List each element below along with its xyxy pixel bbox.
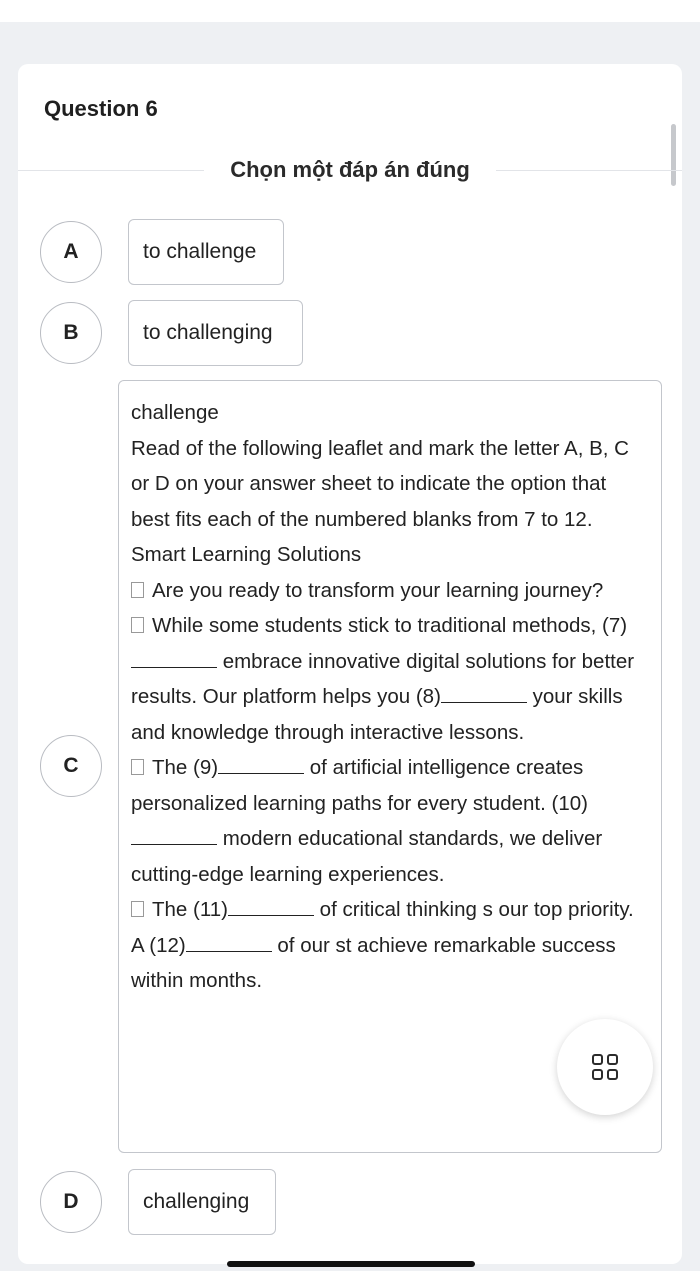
- option-d-button[interactable]: challenging: [128, 1169, 276, 1235]
- option-d-text: challenging: [143, 1190, 250, 1213]
- option-c-paragraph-5: While some students stick to traditional…: [131, 608, 649, 750]
- option-a-letter[interactable]: A: [40, 221, 102, 283]
- blank-7: [131, 649, 217, 668]
- box-glyph-icon: [131, 617, 144, 633]
- question-grid-button[interactable]: [557, 1019, 653, 1115]
- text-6a: The (9): [152, 756, 219, 779]
- question-title: Question 6: [44, 96, 158, 121]
- option-c-letter[interactable]: C: [40, 735, 102, 797]
- option-c-paragraph-6: The (9) of artificial intelligence creat…: [131, 750, 649, 892]
- instruction-text: Chọn một đáp án đúng: [230, 157, 470, 182]
- instruction-divider: Chọn một đáp án đúng: [18, 148, 682, 192]
- option-a-text: to challenge: [143, 240, 257, 263]
- divider-line-right: [495, 169, 682, 171]
- box-glyph-icon: [131, 581, 144, 598]
- text-7b: of critical thinking s: [313, 898, 493, 921]
- option-d-letter[interactable]: D: [40, 1171, 102, 1233]
- blank-8: [440, 684, 527, 703]
- divider-line-left: [18, 169, 205, 171]
- status-bar: [0, 0, 700, 22]
- grid-icon: [592, 1054, 618, 1080]
- option-c-line-2: Read of the following leaflet and mark t…: [131, 436, 629, 531]
- option-c-line-4: Are you ready to transform your learning…: [152, 578, 604, 602]
- blank-12: [185, 933, 272, 952]
- blank-11: [227, 897, 314, 916]
- blank-9: [218, 755, 305, 774]
- option-a-button[interactable]: to challenge: [128, 219, 284, 285]
- option-c-paragraph-4: Are you ready to transform your learning…: [131, 573, 649, 609]
- option-b-button[interactable]: to challenging: [128, 300, 303, 366]
- option-b-text: to challenging: [143, 321, 273, 344]
- option-b-letter[interactable]: B: [40, 302, 102, 364]
- text-5a: While some students stick to traditional…: [152, 614, 628, 637]
- home-indicator: [227, 1261, 475, 1267]
- option-c-paragraph-7: The (11) of critical thinking s our top …: [131, 892, 649, 999]
- option-c-line-1: challenge: [131, 401, 219, 424]
- box-glyph-icon: [131, 759, 144, 775]
- box-glyph-icon: [131, 901, 144, 917]
- option-c-line-3: Smart Learning Solutions: [131, 543, 362, 566]
- text-7a: The (11): [152, 898, 228, 921]
- text-7d: of our st: [271, 933, 352, 957]
- blank-10: [131, 826, 217, 845]
